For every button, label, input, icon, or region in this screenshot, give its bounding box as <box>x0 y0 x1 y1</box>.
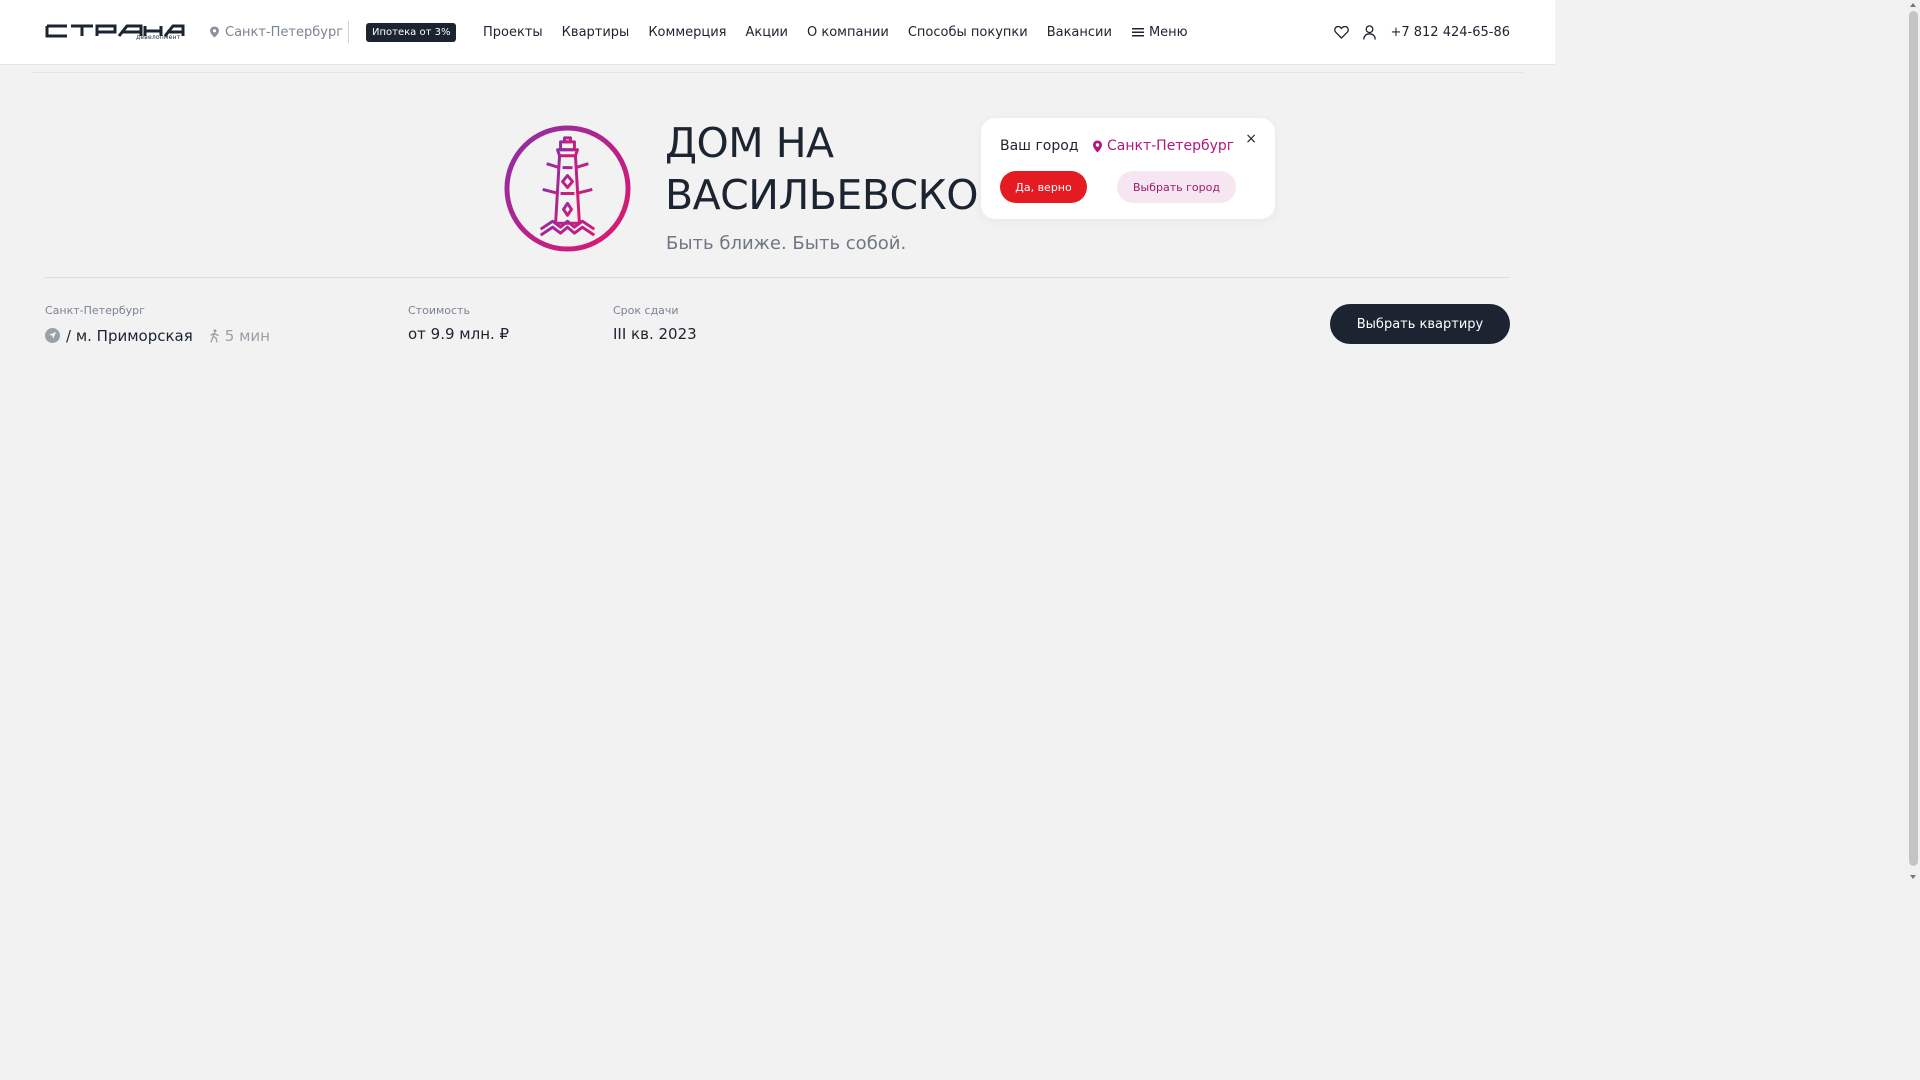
confirm-city-button[interactable]: Да, верно <box>1000 171 1087 203</box>
location-label: Санкт-Петербург <box>45 304 145 317</box>
header-phone-link[interactable]: +7 812 424-65-86 <box>1390 25 1510 40</box>
nav-item-buy[interactable]: Способы покупки <box>908 25 1028 40</box>
walk-time-value: 5 мин <box>224 326 270 345</box>
nav-menu-button[interactable]: Меню <box>1131 24 1188 40</box>
choose-flat-button[interactable]: Выбрать квартиру <box>1330 304 1510 344</box>
account-button[interactable] <box>1363 24 1377 40</box>
header-divider <box>348 21 349 43</box>
hero-title-line1: ДОМ НА <box>665 119 834 167</box>
price-value: от 9.9 млн. ₽ <box>408 325 510 343</box>
hero-subtitle: Быть ближе. Быть собой. <box>666 233 907 254</box>
popup-question: Ваш город <box>1000 138 1079 154</box>
popup-city: Санкт-Петербург <box>1092 138 1234 154</box>
lighthouse-emblem-icon <box>504 125 631 252</box>
walk-time: 5 мин <box>209 327 270 345</box>
logo-caption: девелопмент <box>136 34 181 41</box>
main-nav: Проекты Квартиры Коммерция Акции О компа… <box>483 22 1188 42</box>
hero-title-line2: ВАСИЛЬЕВСКОМ <box>665 171 995 217</box>
walking-person-icon <box>210 328 219 343</box>
scrollbar-thumb[interactable] <box>1909 11 1918 866</box>
heart-icon <box>1334 25 1350 39</box>
deadline-label: Срок сдачи <box>613 304 679 317</box>
scroll-up-arrow-icon[interactable] <box>1910 3 1916 7</box>
close-icon[interactable]: × <box>1245 131 1257 147</box>
choose-city-button[interactable]: Выбрать город <box>1117 171 1236 203</box>
popup-city-label: Санкт-Петербург <box>1107 138 1235 154</box>
favorites-button[interactable] <box>1334 25 1350 39</box>
site-header: девелопмент Санкт-Петербург Ипотека от 3… <box>0 0 1555 65</box>
city-confirm-popup: Ваш город Санкт-Петербург × Да, верно Вы… <box>981 118 1275 219</box>
map-pin-icon <box>210 26 219 38</box>
city-selector[interactable]: Санкт-Петербург <box>209 22 343 42</box>
metro-station: / м. Приморская <box>66 326 193 345</box>
price-label: Стоимость <box>408 304 470 317</box>
header-actions: +7 812 424-65-86 <box>1334 22 1510 42</box>
deadline-value: III кв. 2023 <box>613 325 697 343</box>
map-pin-icon <box>1093 140 1102 152</box>
hamburger-icon <box>1131 28 1144 37</box>
info-separator <box>45 277 1510 278</box>
nav-item-commerce[interactable]: Коммерция <box>648 25 726 40</box>
nav-item-projects[interactable]: Проекты <box>483 25 543 40</box>
user-icon <box>1363 24 1377 40</box>
nav-menu-label: Меню <box>1148 24 1188 40</box>
nav-item-jobs[interactable]: Вакансии <box>1047 25 1112 40</box>
city-selector-label: Санкт-Петербург <box>225 24 344 40</box>
page-scrollbar[interactable] <box>1907 0 1920 882</box>
nav-item-flats[interactable]: Квартиры <box>562 25 630 40</box>
navigation-arrow-icon <box>45 328 60 343</box>
metro-info: / м. Приморская 5 мин <box>45 325 270 346</box>
header-separator <box>32 72 1523 73</box>
mortgage-badge[interactable]: Ипотека от 3% <box>366 23 457 42</box>
nav-item-promo[interactable]: Акции <box>746 25 789 40</box>
scroll-down-arrow-icon[interactable] <box>1910 875 1916 879</box>
nav-item-about[interactable]: О компании <box>807 25 889 40</box>
hero-title: ДОМ НА ВАСИЛЬЕВСКОМ <box>665 117 995 217</box>
